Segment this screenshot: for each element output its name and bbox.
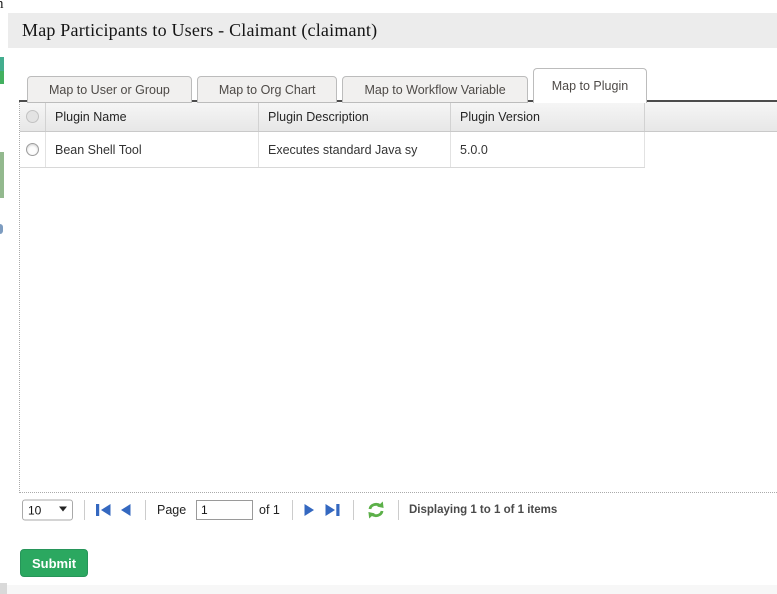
- refresh-button[interactable]: [366, 501, 386, 519]
- grid-pager: 10 Page of 1: [19, 493, 777, 527]
- tab-label: Map to Plugin: [552, 79, 628, 93]
- grid-header-filler: [645, 102, 777, 131]
- grid-header-plugin-name[interactable]: Plugin Name: [46, 102, 259, 131]
- page-size-select-wrap: 10: [22, 500, 73, 521]
- pager-divider: [145, 500, 146, 520]
- tab-map-to-workflow-variable[interactable]: Map to Workflow Variable: [342, 76, 527, 103]
- row-select-cell[interactable]: [20, 132, 46, 167]
- grid-header-plugin-version[interactable]: Plugin Version: [451, 102, 645, 131]
- tab-strip: Map to User or Group Map to Org Chart Ma…: [27, 68, 647, 103]
- prev-page-icon: [120, 503, 132, 517]
- next-page-button[interactable]: [303, 503, 315, 517]
- first-page-button[interactable]: [95, 503, 112, 517]
- grid-header-select-column: [20, 102, 46, 131]
- page-size-select[interactable]: 10: [22, 500, 73, 521]
- next-page-icon: [303, 503, 315, 517]
- plugin-version-cell[interactable]: 5.0.0: [451, 132, 645, 167]
- pager-divider: [398, 500, 399, 520]
- prev-page-button[interactable]: [120, 503, 132, 517]
- tab-label: Map to Workflow Variable: [364, 83, 505, 97]
- tab-map-to-user-or-group[interactable]: Map to User or Group: [27, 76, 192, 103]
- pager-status-text: Displaying 1 to 1 of 1 items: [409, 504, 557, 516]
- last-page-button[interactable]: [324, 503, 341, 517]
- table-row[interactable]: Bean Shell Tool Executes standard Java s…: [20, 132, 645, 168]
- radio-button-icon: [26, 110, 39, 123]
- background-diagram-fragment: [0, 583, 7, 594]
- pager-divider: [84, 500, 85, 520]
- refresh-icon: [366, 501, 386, 519]
- submit-button[interactable]: Submit: [20, 549, 88, 577]
- page-count-label: of 1: [259, 503, 280, 517]
- clipped-background-text: n: [0, 0, 5, 9]
- background-diagram-fragment: [0, 71, 4, 84]
- plugin-grid: Plugin Name Plugin Description Plugin Ve…: [19, 102, 777, 493]
- dialog-title: Map Participants to Users - Claimant (cl…: [22, 20, 377, 41]
- background-diagram-fragment: [0, 224, 3, 234]
- first-page-icon: [95, 503, 112, 517]
- radio-button[interactable]: [26, 143, 39, 156]
- tab-label: Map to User or Group: [49, 83, 170, 97]
- background-diagram-fragment: [0, 152, 4, 198]
- grid-header-plugin-description[interactable]: Plugin Description: [259, 102, 451, 131]
- plugin-description-cell[interactable]: Executes standard Java sy: [259, 132, 451, 167]
- page-label: Page: [157, 503, 186, 517]
- tab-map-to-plugin[interactable]: Map to Plugin: [533, 68, 647, 103]
- page-bottom-strip: [0, 585, 777, 594]
- tab-label: Map to Org Chart: [219, 83, 316, 97]
- plugin-name-cell[interactable]: Bean Shell Tool: [46, 132, 259, 167]
- dialog-title-bar: Map Participants to Users - Claimant (cl…: [8, 13, 777, 48]
- pager-divider: [292, 500, 293, 520]
- grid-header-row: Plugin Name Plugin Description Plugin Ve…: [20, 102, 777, 132]
- tab-map-to-org-chart[interactable]: Map to Org Chart: [197, 76, 338, 103]
- background-diagram-fragment: [0, 57, 4, 71]
- page-number-input[interactable]: [196, 500, 253, 520]
- last-page-icon: [324, 503, 341, 517]
- pager-divider: [353, 500, 354, 520]
